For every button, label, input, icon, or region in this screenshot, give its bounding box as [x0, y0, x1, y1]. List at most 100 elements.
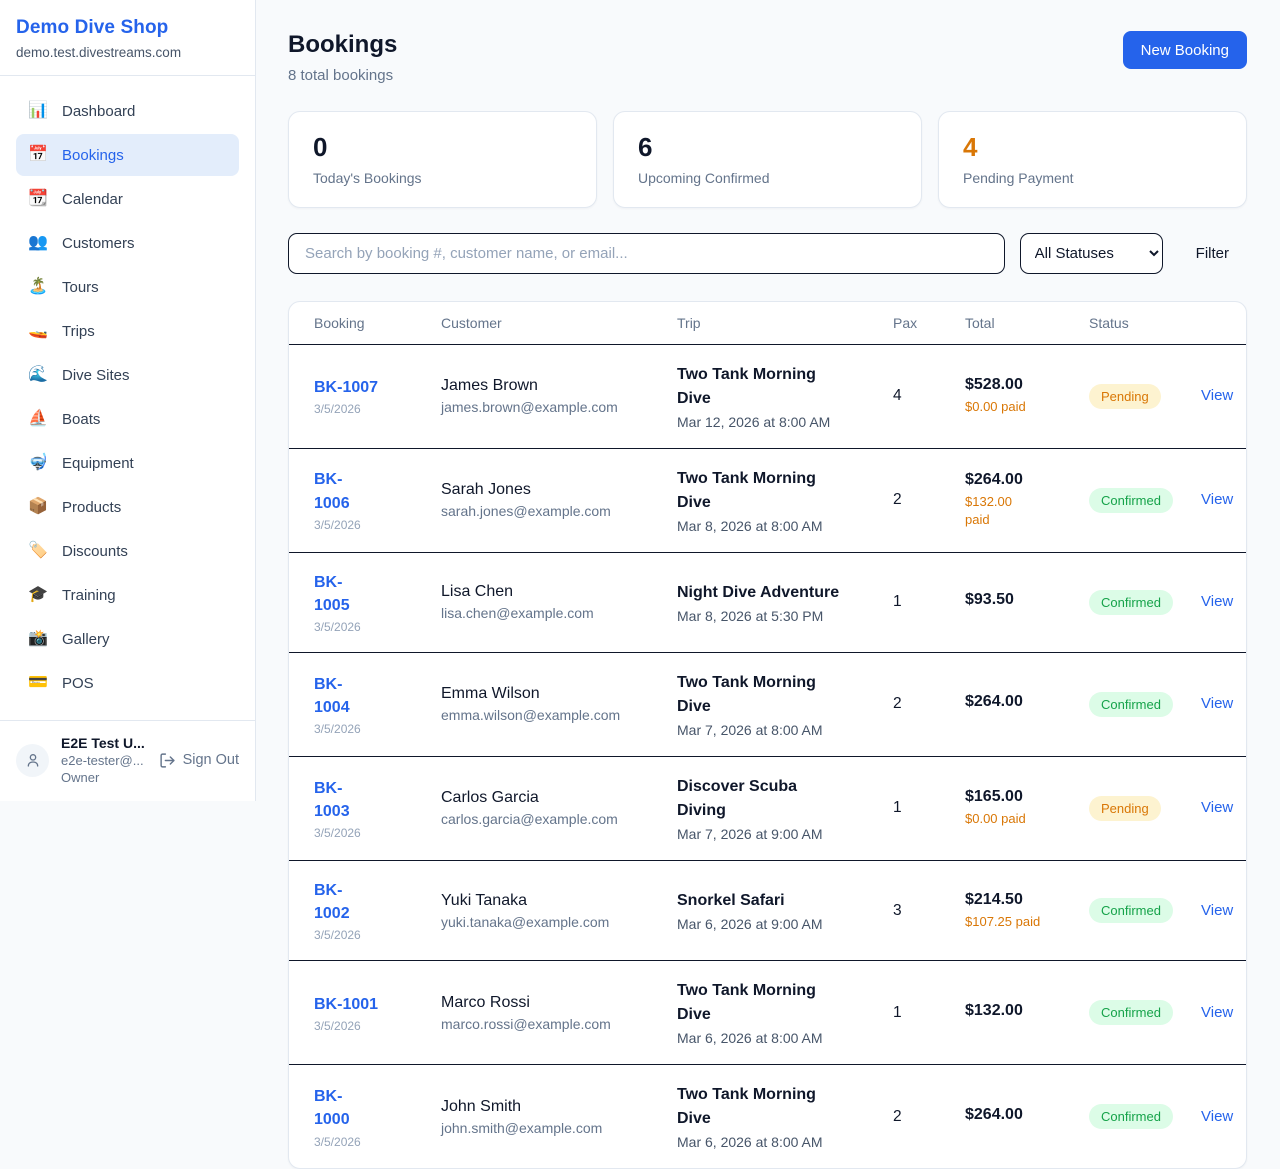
- stats-row: 0 Today's Bookings 6 Upcoming Confirmed …: [288, 111, 1247, 208]
- table-row: BK- 1006 3/5/2026 Sarah Jones sarah.jone…: [289, 448, 1247, 552]
- view-link[interactable]: View: [1201, 387, 1233, 404]
- trip-name: Two Tank Morning Dive: [677, 467, 842, 515]
- main-content: Bookings 8 total bookings New Booking 0 …: [256, 0, 1280, 1169]
- sidebar-item-label: Calendar: [62, 191, 123, 208]
- sidebar-item[interactable]: 🤿 Equipment: [16, 442, 239, 484]
- total-amount: $528.00: [965, 376, 1057, 394]
- customer-name: Yuki Tanaka: [441, 892, 645, 910]
- total-amount: $93.50: [965, 591, 1057, 609]
- sidebar-item-label: Boats: [62, 411, 100, 428]
- view-link[interactable]: View: [1201, 799, 1233, 816]
- trip-name: Two Tank Morning Dive: [677, 363, 842, 411]
- bookings-table-card: Booking Customer Trip Pax Total Status B…: [288, 301, 1247, 1169]
- sign-out-button[interactable]: Sign Out: [159, 752, 239, 769]
- booking-id-link[interactable]: BK- 1002: [314, 879, 409, 925]
- trip-name: Two Tank Morning Dive: [677, 979, 842, 1027]
- total-amount: $214.50: [965, 891, 1057, 909]
- paid-amount: $107.25 paid: [965, 913, 1057, 931]
- sidebar: Demo Dive Shop demo.test.divestreams.com…: [0, 0, 256, 801]
- sidebar-item-label: Equipment: [62, 455, 134, 472]
- sidebar-item[interactable]: 👥 Customers: [16, 222, 239, 264]
- status-badge: Confirmed: [1089, 1000, 1173, 1025]
- view-link[interactable]: View: [1201, 1004, 1233, 1021]
- customer-email: carlos.garcia@example.com: [441, 811, 645, 827]
- table-row: BK-1001 3/5/2026 Marco Rossi marco.rossi…: [289, 961, 1247, 1065]
- view-link[interactable]: View: [1201, 491, 1233, 508]
- pax-count: 1: [893, 799, 902, 816]
- booking-date: 3/5/2026: [314, 518, 409, 532]
- sidebar-item-icon: 👥: [28, 235, 48, 251]
- stat-value: 6: [638, 133, 897, 162]
- sidebar-item[interactable]: 📦 Products: [16, 486, 239, 528]
- sidebar-item[interactable]: 🏷️ Discounts: [16, 530, 239, 572]
- sign-out-label: Sign Out: [183, 752, 239, 768]
- status-badge: Confirmed: [1089, 1104, 1173, 1129]
- sidebar-item-label: Tours: [62, 279, 99, 296]
- stat-label: Pending Payment: [963, 170, 1222, 186]
- stat-value: 4: [963, 133, 1222, 162]
- sidebar-item[interactable]: 💳 POS: [16, 662, 239, 704]
- booking-id-link[interactable]: BK- 1000: [314, 1085, 409, 1131]
- sidebar-item[interactable]: 📅 Bookings: [16, 134, 239, 176]
- sidebar-item[interactable]: ⛵ Boats: [16, 398, 239, 440]
- col-header-status: Status: [1073, 302, 1185, 345]
- brand-title[interactable]: Demo Dive Shop: [16, 17, 239, 39]
- booking-id-link[interactable]: BK- 1004: [314, 673, 409, 719]
- view-link[interactable]: View: [1201, 695, 1233, 712]
- avatar: [16, 744, 49, 777]
- pax-count: 2: [893, 1108, 902, 1125]
- customer-email: yuki.tanaka@example.com: [441, 914, 645, 930]
- customer-name: James Brown: [441, 377, 645, 395]
- trip-datetime: Mar 7, 2026 at 9:00 AM: [677, 826, 861, 842]
- trip-name: Discover Scuba Diving: [677, 775, 842, 823]
- search-input[interactable]: [288, 233, 1005, 274]
- trip-name: Two Tank Morning Dive: [677, 671, 842, 719]
- sidebar-item[interactable]: 📆 Calendar: [16, 178, 239, 220]
- col-header-actions: [1185, 302, 1247, 345]
- trip-datetime: Mar 12, 2026 at 8:00 AM: [677, 414, 861, 430]
- stat-card: 0 Today's Bookings: [288, 111, 597, 208]
- sidebar-item-icon: 💳: [28, 675, 48, 691]
- total-amount: $165.00: [965, 788, 1057, 806]
- sidebar-item[interactable]: 🚤 Trips: [16, 310, 239, 352]
- trip-name: Two Tank Morning Dive: [677, 1083, 842, 1131]
- page-title: Bookings: [288, 31, 397, 59]
- view-link[interactable]: View: [1201, 1108, 1233, 1125]
- filter-button[interactable]: Filter: [1178, 245, 1247, 262]
- user-block: E2E Test U... e2e-tester@... Owner Sign …: [0, 720, 255, 801]
- sidebar-item-icon: 📦: [28, 499, 48, 515]
- sidebar-item-icon: ⛵: [28, 411, 48, 427]
- view-link[interactable]: View: [1201, 593, 1233, 610]
- sidebar-nav: 📊 Dashboard 📅 Bookings 📆 Calendar 👥 Cust…: [0, 76, 255, 714]
- sidebar-item[interactable]: 🌊 Dive Sites: [16, 354, 239, 396]
- sidebar-item-label: Dashboard: [62, 103, 135, 120]
- sidebar-item[interactable]: 🎓 Training: [16, 574, 239, 616]
- col-header-trip: Trip: [661, 302, 877, 345]
- trip-datetime: Mar 6, 2026 at 8:00 AM: [677, 1030, 861, 1046]
- col-header-total: Total: [949, 302, 1073, 345]
- new-booking-button[interactable]: New Booking: [1123, 31, 1247, 69]
- trip-name: Snorkel Safari: [677, 889, 842, 913]
- booking-id-link[interactable]: BK- 1003: [314, 777, 409, 823]
- booking-id-link[interactable]: BK- 1006: [314, 468, 409, 514]
- booking-id-link[interactable]: BK-1007: [314, 376, 409, 399]
- sidebar-item[interactable]: 📊 Dashboard: [16, 90, 239, 132]
- paid-amount: $0.00 paid: [965, 810, 1057, 828]
- trip-datetime: Mar 7, 2026 at 8:00 AM: [677, 722, 861, 738]
- view-link[interactable]: View: [1201, 902, 1233, 919]
- booking-id-link[interactable]: BK-1001: [314, 993, 409, 1016]
- customer-email: emma.wilson@example.com: [441, 707, 645, 723]
- customer-name: Carlos Garcia: [441, 789, 645, 807]
- booking-id-link[interactable]: BK- 1005: [314, 571, 409, 617]
- booking-date: 3/5/2026: [314, 1019, 409, 1033]
- user-role: Owner: [61, 770, 145, 785]
- sidebar-item[interactable]: 📸 Gallery: [16, 618, 239, 660]
- customer-email: sarah.jones@example.com: [441, 503, 645, 519]
- bookings-table: Booking Customer Trip Pax Total Status B…: [289, 302, 1247, 1169]
- status-select[interactable]: All Statuses: [1020, 233, 1163, 274]
- booking-date: 3/5/2026: [314, 402, 409, 416]
- sidebar-item-label: Discounts: [62, 543, 128, 560]
- sidebar-item[interactable]: 🏝️ Tours: [16, 266, 239, 308]
- table-row: BK- 1000 3/5/2026 John Smith john.smith@…: [289, 1065, 1247, 1169]
- col-header-booking: Booking: [289, 302, 425, 345]
